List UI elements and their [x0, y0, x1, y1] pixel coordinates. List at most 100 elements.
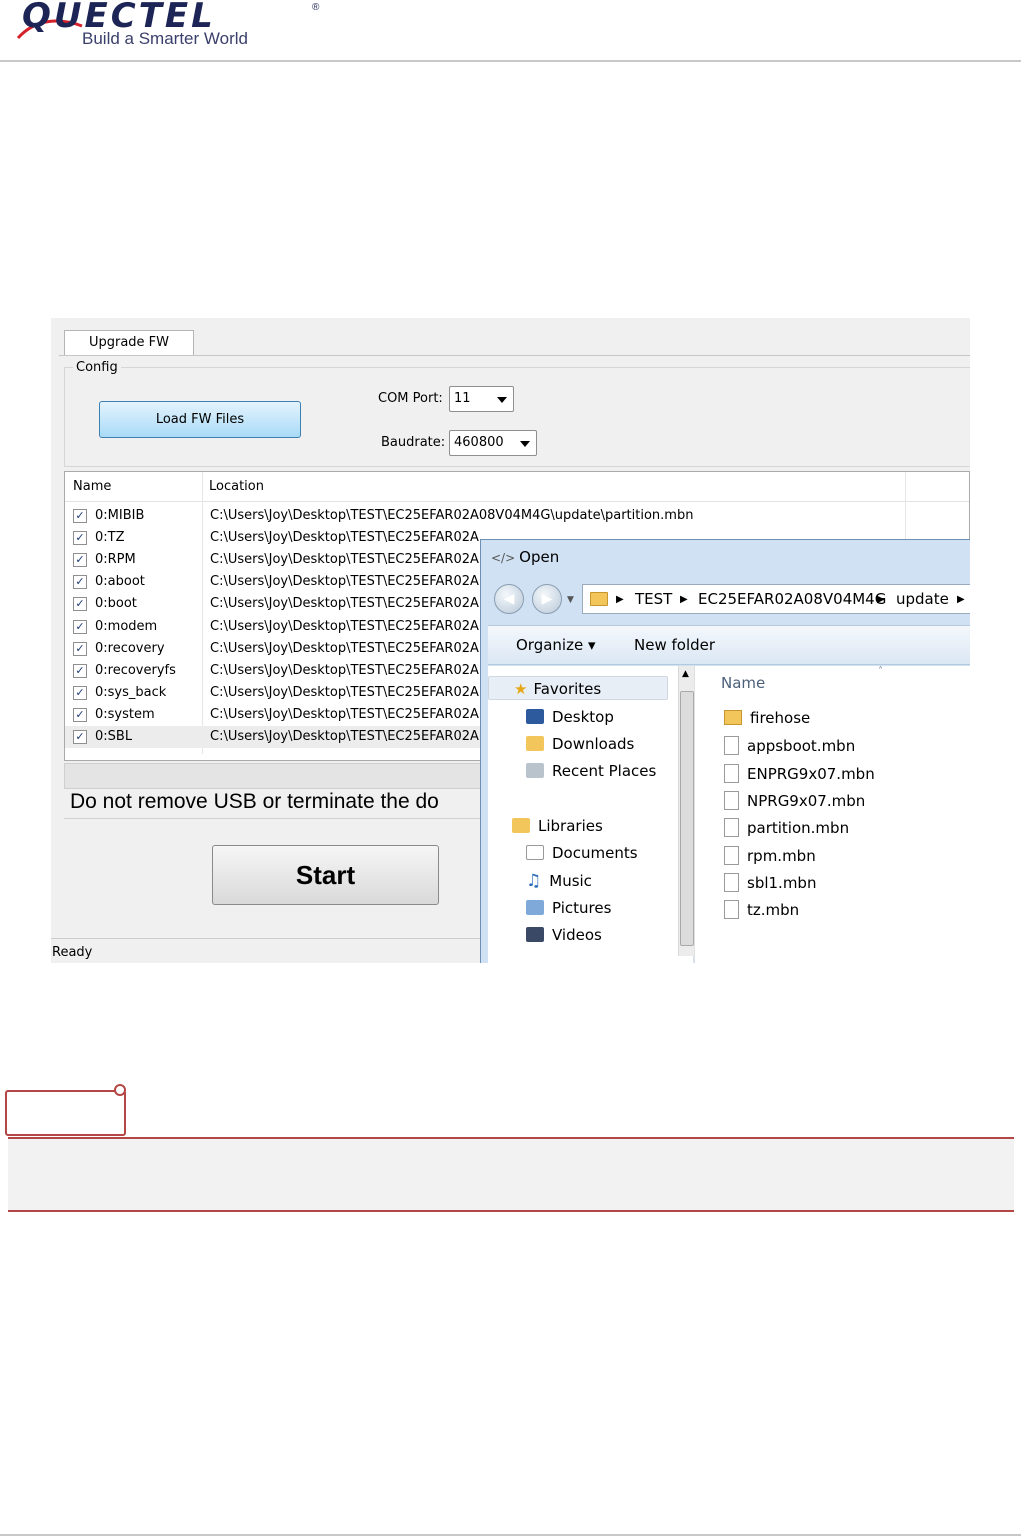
file-item[interactable]: ENPRG9x07.mbn — [724, 763, 875, 783]
com-port-value: 11 — [454, 391, 471, 406]
file-name: partition.mbn — [747, 819, 850, 838]
load-fw-files-button[interactable]: Load FW Files — [99, 401, 301, 438]
nav-favorites[interactable]: ★ Favorites — [514, 680, 601, 698]
row-location: C:\Users\Joy\Desktop\TEST\EC25EFAR02A08V… — [210, 508, 694, 523]
recent-pages-icon[interactable]: ▼ — [567, 595, 574, 605]
file-item[interactable]: rpm.mbn — [724, 845, 816, 865]
header-divider — [0, 60, 1021, 62]
footer-divider — [0, 1534, 1021, 1536]
row-name: 0:modem — [95, 618, 158, 634]
table-header: Name Location — [65, 472, 969, 502]
file-icon — [724, 736, 739, 756]
dialog-title: </> Open — [491, 548, 559, 566]
row-checkbox[interactable]: ✓ — [73, 553, 87, 568]
file-item[interactable]: partition.mbn — [724, 818, 850, 838]
column-header-name[interactable]: Name — [73, 479, 111, 494]
star-icon: ★ — [514, 680, 528, 698]
file-name: ENPRG9x07.mbn — [747, 764, 875, 783]
file-name: NPRG9x07.mbn — [747, 791, 866, 810]
organize-menu[interactable]: Organize ▾ — [516, 636, 596, 654]
row-checkbox[interactable]: ✓ — [73, 641, 87, 656]
quectel-logo: QUECTEL ® Build a Smarter World — [14, 0, 334, 54]
column-header-location[interactable]: Location — [209, 479, 264, 494]
row-name: 0:sys_back — [95, 684, 167, 700]
baudrate-select[interactable]: 460800 — [449, 430, 537, 456]
nav-desktop[interactable]: Desktop — [526, 708, 614, 726]
file-item[interactable]: sbl1.mbn — [724, 872, 817, 892]
chevron-down-icon — [520, 441, 530, 447]
row-location: C:\Users\Joy\Desktop\TEST\EC25EFAR02A — [210, 684, 479, 700]
row-name: 0:RPM — [95, 552, 136, 568]
nav-music[interactable]: ♫ Music — [526, 871, 592, 891]
note-scroll-icon — [5, 1084, 126, 1136]
dialog-title-text: Open — [519, 548, 560, 566]
back-button[interactable]: ◀ — [494, 584, 524, 614]
tab-divider — [59, 355, 970, 356]
folder-icon — [590, 592, 608, 606]
row-name: 0:TZ — [95, 530, 125, 546]
sort-up-icon: ˄ — [878, 666, 883, 677]
row-checkbox[interactable]: ✓ — [73, 707, 87, 722]
libraries-icon — [512, 818, 530, 833]
file-name: sbl1.mbn — [747, 873, 817, 892]
row-checkbox[interactable]: ✓ — [73, 597, 87, 612]
row-checkbox[interactable]: ✓ — [73, 619, 87, 634]
breadcrumb-arrow-icon: ▶ — [616, 594, 624, 605]
tab-upgrade-fw[interactable]: Upgrade FW — [64, 330, 194, 356]
nav-scrollbar[interactable]: ▲ — [678, 666, 694, 956]
downloads-icon — [526, 736, 544, 751]
row-checkbox[interactable]: ✓ — [73, 730, 87, 744]
dialog-toolbar: Organize ▾ New folder — [488, 625, 970, 665]
row-checkbox[interactable]: ✓ — [73, 531, 87, 546]
file-icon — [724, 900, 739, 920]
start-button[interactable]: Start — [212, 845, 439, 905]
address-bar[interactable]: ▶ TEST ▶ EC25EFAR02A08V04M4G ▶ update ▶ — [582, 584, 970, 614]
baudrate-value: 460800 — [454, 435, 504, 450]
breadcrumb-arrow-icon: ▶ — [957, 594, 965, 605]
row-checkbox[interactable]: ✓ — [73, 663, 87, 678]
file-name: appsboot.mbn — [747, 737, 856, 756]
file-item[interactable]: tz.mbn — [724, 900, 799, 920]
open-file-dialog: </> Open ◀ ▶ ▼ ▶ TEST ▶ EC25EFAR02A08V04M… — [480, 539, 970, 963]
new-folder-button[interactable]: New folder — [634, 636, 715, 654]
nav-videos[interactable]: Videos — [526, 926, 602, 944]
com-port-label: COM Port: — [378, 391, 443, 406]
file-name: rpm.mbn — [747, 846, 816, 865]
column-header-name[interactable]: Name — [721, 674, 765, 692]
logo-tagline: Build a Smarter World — [82, 29, 248, 48]
nav-documents[interactable]: Documents — [526, 844, 638, 862]
row-name: 0:system — [95, 706, 155, 722]
breadcrumb-test[interactable]: TEST — [635, 590, 672, 608]
videos-icon — [526, 927, 544, 942]
row-location: C:\Users\Joy\Desktop\TEST\EC25EFAR02A — [210, 618, 479, 634]
row-name: 0:SBL — [95, 729, 133, 744]
nav-pictures[interactable]: Pictures — [526, 899, 611, 917]
file-icon — [724, 818, 739, 838]
desktop-icon — [526, 709, 544, 724]
file-item[interactable]: NPRG9x07.mbn — [724, 790, 866, 810]
nav-downloads[interactable]: Downloads — [526, 735, 634, 753]
config-label: Config — [73, 360, 121, 375]
row-checkbox[interactable]: ✓ — [73, 509, 87, 523]
row-checkbox[interactable]: ✓ — [73, 685, 87, 700]
nav-libraries[interactable]: Libraries — [512, 817, 603, 835]
breadcrumb-update[interactable]: update — [896, 590, 949, 608]
nav-recent-places[interactable]: Recent Places — [526, 762, 656, 780]
code-icon: </> — [491, 551, 516, 565]
table-row[interactable]: ✓ 0:MIBIB C:\Users\Joy\Desktop\TEST\EC25EF… — [65, 505, 969, 527]
file-name: firehose — [750, 709, 811, 727]
row-location: C:\Users\Joy\Desktop\TEST\EC25EFAR02A — [210, 596, 479, 612]
music-icon: ♫ — [526, 871, 542, 891]
row-location: C:\Users\Joy\Desktop\TEST\EC25EFAR02A — [210, 706, 479, 722]
file-item[interactable]: appsboot.mbn — [724, 736, 856, 756]
row-checkbox[interactable]: ✓ — [73, 575, 87, 590]
chevron-up-icon[interactable]: ▲ — [682, 669, 689, 679]
documents-icon — [526, 845, 544, 860]
forward-button[interactable]: ▶ — [532, 584, 562, 614]
scrollbar-thumb[interactable] — [680, 691, 694, 946]
file-item[interactable]: firehose — [724, 709, 810, 727]
status-bar-text: Ready — [52, 945, 93, 960]
note-bottom-rule — [8, 1210, 1014, 1212]
breadcrumb-firmware[interactable]: EC25EFAR02A08V04M4G — [698, 590, 886, 608]
com-port-select[interactable]: 11 — [449, 386, 514, 412]
